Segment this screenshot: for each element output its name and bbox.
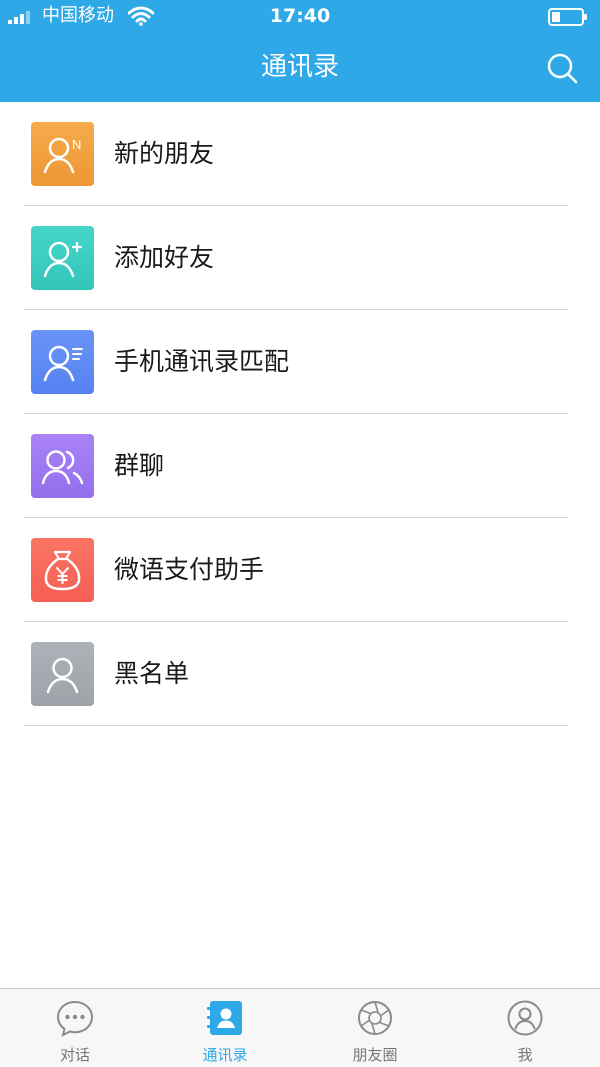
- tab-label: 对话: [59, 1046, 90, 1064]
- list-item-label: 微语支付助手: [114, 555, 265, 584]
- tab-contacts[interactable]: 通讯录: [150, 989, 300, 1067]
- list-item-label: 新的朋友: [114, 139, 215, 168]
- list-item-label: 手机通讯录匹配: [114, 347, 290, 376]
- tab-me[interactable]: 我: [450, 989, 600, 1067]
- contacts-book-icon: [207, 1001, 242, 1035]
- search-icon[interactable]: [546, 52, 578, 84]
- tab-label: 我: [517, 1046, 533, 1064]
- list-item-label: 黑名单: [114, 659, 190, 688]
- top-bar: 中国移动 17:40 通讯录: [0, 0, 600, 102]
- status-bar: 中国移动 17:40: [0, 0, 600, 34]
- list-item-pay-assistant[interactable]: 微语支付助手: [0, 518, 600, 622]
- group-chat-icon: [31, 434, 94, 498]
- new-friends-icon: N: [31, 122, 94, 186]
- blacklist-user-icon: [31, 642, 94, 706]
- aperture-icon: [358, 1001, 392, 1035]
- tab-label: 朋友圈: [352, 1046, 398, 1064]
- list-item-add-friend[interactable]: 添加好友: [0, 206, 600, 310]
- add-friend-icon: [31, 226, 94, 290]
- tab-label: 通讯录: [202, 1046, 248, 1064]
- contacts-menu-list: N 新的朋友 添加好友 手机通讯录匹配 群聊 微语支付助手 黑名单: [0, 102, 600, 726]
- list-item-label: 添加好友: [114, 243, 215, 272]
- tab-chats[interactable]: 对话: [0, 989, 150, 1067]
- page-title: 通讯录: [260, 52, 339, 82]
- divider: [24, 725, 569, 726]
- profile-icon: [507, 1000, 543, 1036]
- bottom-tab-bar: 对话 通讯录 朋友圈 我: [0, 988, 600, 1067]
- chat-bubble-icon: [56, 1000, 94, 1037]
- tab-moments[interactable]: 朋友圈: [300, 989, 450, 1067]
- phone-contacts-icon: [31, 330, 94, 394]
- list-item-phone-contacts-match[interactable]: 手机通讯录匹配: [0, 310, 600, 414]
- money-bag-icon: [31, 538, 94, 602]
- list-item-group-chat[interactable]: 群聊: [0, 414, 600, 518]
- svg-text:N: N: [72, 137, 81, 152]
- status-time: 17:40: [269, 5, 331, 27]
- list-item-blacklist[interactable]: 黑名单: [0, 622, 600, 726]
- list-item-new-friends[interactable]: N 新的朋友: [0, 102, 600, 206]
- battery-icon: [548, 8, 587, 26]
- list-item-label: 群聊: [114, 451, 165, 480]
